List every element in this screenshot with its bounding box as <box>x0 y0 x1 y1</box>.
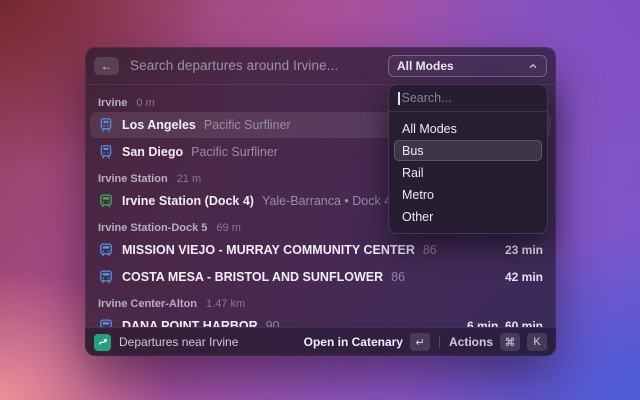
departure-time: 42 min <box>505 270 543 284</box>
mode-filter-value: All Modes <box>397 59 454 73</box>
bus-icon <box>98 242 114 258</box>
list-item[interactable]: MISSION VIEJO - MURRAY COMMUNITY CENTER … <box>90 237 551 263</box>
section-rows: DANA POINT HARBOR 90 6 min, 60 min <box>90 313 551 327</box>
text-caret <box>398 92 400 105</box>
departure-time: 6 min, 60 min <box>467 319 543 327</box>
cmd-key-icon: ⌘ <box>500 333 520 351</box>
list-section: Irvine Center-Alton 1.47 km DANA POINT H… <box>90 291 551 327</box>
mode-filter-dropdown-panel: Search... All Modes Bus Rail Metro Other <box>388 84 548 234</box>
actions-menu-button[interactable]: Actions <box>449 335 493 349</box>
section-title: Irvine Center-Alton <box>98 298 197 310</box>
back-arrow-icon: ← <box>101 60 113 72</box>
bus-icon <box>98 193 114 209</box>
back-button[interactable]: ← <box>94 57 119 75</box>
command-palette-window: ← Search departures around Irvine... All… <box>85 47 556 356</box>
dropdown-option[interactable]: Bus <box>394 140 542 161</box>
search-header: ← Search departures around Irvine... All… <box>85 47 556 85</box>
bus-icon <box>98 318 114 327</box>
dropdown-option[interactable]: Rail <box>394 162 542 183</box>
list-item[interactable]: COSTA MESA - BRISTOL AND SUNFLOWER 86 42… <box>90 264 551 290</box>
mode-filter-dropdown-button[interactable]: All Modes <box>388 55 547 77</box>
list-item-title: Los Angeles <box>122 118 196 132</box>
section-title: Irvine Station <box>98 173 168 185</box>
catenary-app-icon <box>94 334 111 351</box>
footer-bar: Departures near Irvine Open in Catenary … <box>85 327 556 356</box>
dropdown-options: All Modes Bus Rail Metro Other <box>389 112 547 233</box>
search-input[interactable]: Search departures around Irvine... <box>130 58 377 73</box>
train-icon <box>98 144 114 160</box>
list-item[interactable]: DANA POINT HARBOR 90 6 min, 60 min <box>90 313 551 327</box>
list-item-title: COSTA MESA - BRISTOL AND SUNFLOWER <box>122 270 383 284</box>
departure-time: 23 min <box>505 243 543 257</box>
route-number: 86 <box>391 270 405 284</box>
dropdown-option[interactable]: Metro <box>394 184 542 205</box>
footer-title: Departures near Irvine <box>119 335 238 349</box>
section-distance: 1.47 km <box>206 298 245 310</box>
dropdown-search-field[interactable]: Search... <box>389 85 547 112</box>
footer-divider <box>439 336 440 348</box>
route-number: 86 <box>423 243 437 257</box>
list-item-subtitle: Pacific Surfliner <box>204 118 291 132</box>
section-header: Irvine Center-Alton 1.47 km <box>90 291 551 312</box>
route-number: 90 <box>266 319 280 327</box>
list-item-title: Irvine Station (Dock 4) <box>122 194 254 208</box>
section-distance: 69 m <box>216 222 240 234</box>
list-item-subtitle: Yale-Barranca • Dock 4 <box>262 194 391 208</box>
open-in-catenary-action[interactable]: Open in Catenary <box>304 335 403 349</box>
list-item-title: San Diego <box>122 145 183 159</box>
section-distance: 21 m <box>177 173 201 185</box>
list-item-title: DANA POINT HARBOR <box>122 319 258 327</box>
k-key-icon: K <box>527 333 547 351</box>
train-icon <box>98 117 114 133</box>
bus-icon <box>98 269 114 285</box>
section-rows: MISSION VIEJO - MURRAY COMMUNITY CENTER … <box>90 237 551 290</box>
section-title: Irvine Station-Dock 5 <box>98 222 207 234</box>
section-distance: 0 m <box>136 97 154 109</box>
return-key-icon: ↵ <box>410 333 430 351</box>
list-item-subtitle: Pacific Surfliner <box>191 145 278 159</box>
dropdown-option[interactable]: All Modes <box>394 118 542 139</box>
dropdown-option[interactable]: Other <box>394 206 542 227</box>
chevron-up-icon <box>528 61 538 71</box>
dropdown-search-placeholder: Search... <box>402 91 452 105</box>
list-item-title: MISSION VIEJO - MURRAY COMMUNITY CENTER <box>122 243 415 257</box>
section-title: Irvine <box>98 97 127 109</box>
